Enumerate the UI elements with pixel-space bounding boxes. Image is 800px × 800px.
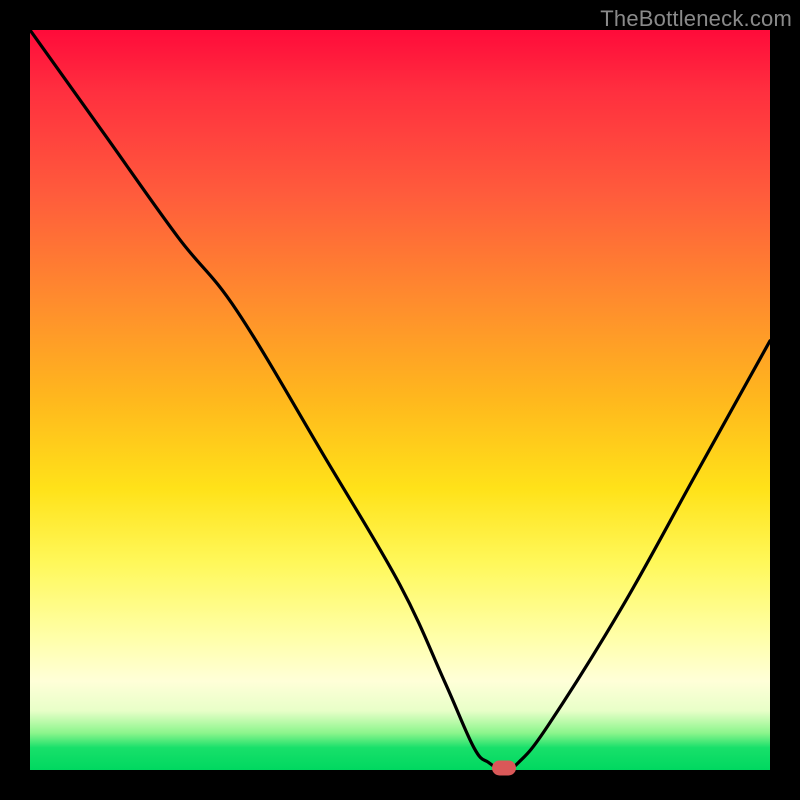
- plot-area: [30, 30, 770, 770]
- optimal-point-marker: [492, 761, 516, 776]
- bottleneck-curve: [30, 30, 770, 770]
- watermark-text: TheBottleneck.com: [600, 6, 792, 32]
- chart-container: TheBottleneck.com: [0, 0, 800, 800]
